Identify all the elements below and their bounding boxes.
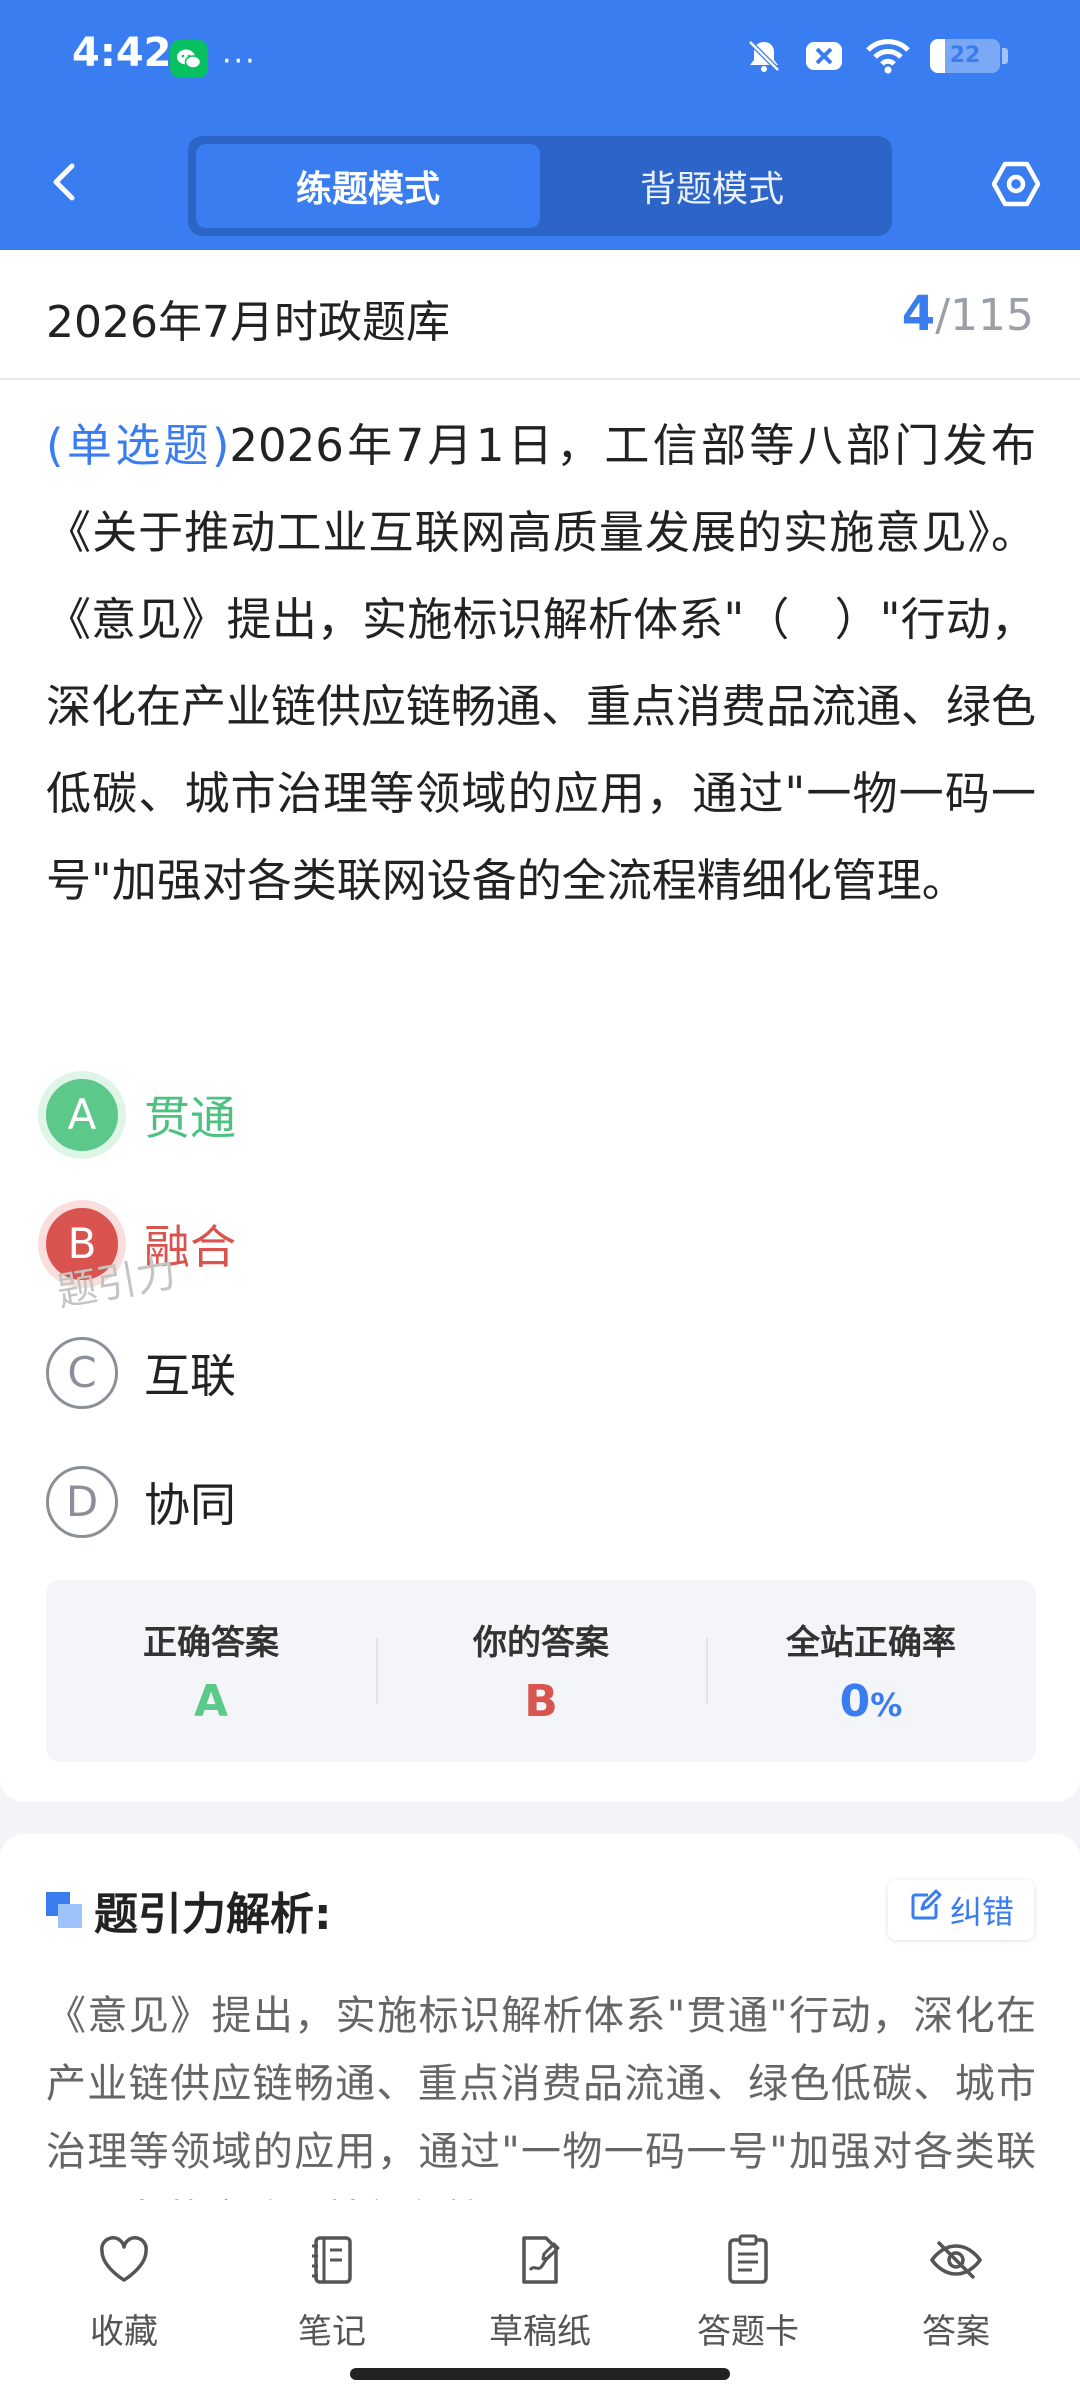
nav-answer-sheet[interactable]: 答题卡	[653, 2230, 843, 2353]
mode-switch: 练题模式 背题模式	[188, 136, 892, 236]
battery-icon: 22	[930, 36, 1008, 76]
option-letter: C	[46, 1336, 118, 1409]
accuracy-label: 全站正确率	[786, 1623, 956, 1663]
accuracy-stat: 全站正确率 0%	[706, 1580, 1036, 1762]
back-icon[interactable]	[46, 160, 82, 204]
question-text: (单选题)2026年7月1日，工信部等八部门发布《关于推动工业互联网高质量发展的…	[46, 402, 1036, 924]
bell-muted-icon	[744, 36, 784, 76]
accuracy-unit: %	[870, 1686, 903, 1724]
report-error-label: 纠错	[949, 1893, 1014, 1931]
bottom-toolbar: 收藏 笔记 草稿纸 答题卡 答案	[0, 2200, 1080, 2400]
option-c[interactable]: C 互联	[46, 1308, 1036, 1437]
option-letter: D	[46, 1465, 118, 1538]
question-body: 2026年7月1日，工信部等八部门发布《关于推动工业互联网高质量发展的实施意见》…	[46, 419, 1037, 907]
option-letter: A	[46, 1078, 118, 1151]
counter-separator: /	[935, 290, 951, 341]
nav-label: 收藏	[90, 2312, 158, 2352]
tab-memorize-mode[interactable]: 背题模式	[540, 144, 884, 228]
current-question-number: 4	[901, 286, 936, 342]
your-answer-label: 你的答案	[473, 1623, 609, 1663]
option-a[interactable]: A 贯通	[46, 1050, 1036, 1179]
correct-answer-label: 正确答案	[143, 1623, 279, 1663]
option-d[interactable]: D 协同	[46, 1437, 1036, 1566]
nav-label: 笔记	[298, 2312, 366, 2352]
nav-favorite[interactable]: 收藏	[29, 2230, 219, 2353]
home-indicator[interactable]	[350, 2368, 730, 2380]
nav-notes[interactable]: 笔记	[237, 2230, 427, 2353]
accuracy-number: 0	[839, 1676, 871, 1727]
question-title-bar: 2026年7月时政题库 4/115	[0, 250, 1080, 380]
answer-stats: 正确答案 A 你的答案 B 全站正确率 0%	[46, 1580, 1036, 1762]
status-time: 4:42	[72, 30, 172, 76]
analysis-icon	[46, 1892, 82, 1928]
nav-label: 答案	[922, 2312, 990, 2352]
option-b[interactable]: B 融合	[46, 1179, 1036, 1308]
option-text: 协同	[144, 1477, 236, 1532]
eye-off-icon	[926, 2230, 986, 2294]
question-card: 2026年7月时政题库 4/115 (单选题)2026年7月1日，工信部等八部门…	[0, 250, 1080, 1802]
nav-label: 草稿纸	[489, 2312, 591, 2352]
options-list: A 贯通 B 融合 C 互联 D 协同	[46, 1050, 1036, 1566]
analysis-card: 题引力解析: 纠错 《意见》提出，实施标识解析体系"贯通"行动，深化在产业链供应…	[0, 1834, 1080, 2214]
nav-draft[interactable]: 草稿纸	[445, 2230, 635, 2353]
option-text: 贯通	[144, 1090, 236, 1145]
correct-answer-value: A	[193, 1676, 229, 1727]
total-questions: 115	[950, 290, 1034, 341]
question-type: (单选题)	[46, 419, 230, 472]
question-bank-title: 2026年7月时政题库	[46, 297, 450, 348]
no-sim-icon	[802, 36, 846, 76]
clipboard-icon	[718, 2230, 778, 2294]
header: 4:42 ··· 22 练题模式 背题模式	[0, 0, 1080, 250]
draft-icon	[510, 2230, 570, 2294]
wifi-icon	[864, 36, 912, 76]
accuracy-value: 0%	[840, 1676, 903, 1727]
correct-answer-stat: 正确答案 A	[46, 1580, 376, 1762]
question-counter: 4/115	[902, 286, 1034, 342]
your-answer-value: B	[524, 1676, 558, 1727]
battery-level: 22	[949, 43, 981, 68]
notebook-icon	[302, 2230, 362, 2294]
more-notifications-icon: ···	[222, 44, 257, 79]
report-error-button[interactable]: 纠错	[887, 1880, 1034, 1940]
edit-icon	[908, 1889, 942, 1931]
wechat-icon	[170, 40, 208, 78]
nav-label: 答题卡	[697, 2312, 799, 2352]
settings-icon[interactable]	[990, 158, 1042, 210]
heart-icon	[94, 2230, 154, 2294]
analysis-text: 《意见》提出，实施标识解析体系"贯通"行动，深化在产业链供应链畅通、重点消费品流…	[46, 1993, 1036, 2214]
nav-answer[interactable]: 答案	[861, 2230, 1051, 2353]
option-text: 互联	[144, 1348, 236, 1403]
analysis-title: 题引力解析:	[94, 1889, 332, 1940]
tab-practice-mode[interactable]: 练题模式	[196, 144, 540, 228]
your-answer-stat: 你的答案 B	[376, 1580, 706, 1762]
status-bar: 4:42 ··· 22	[0, 0, 1080, 118]
